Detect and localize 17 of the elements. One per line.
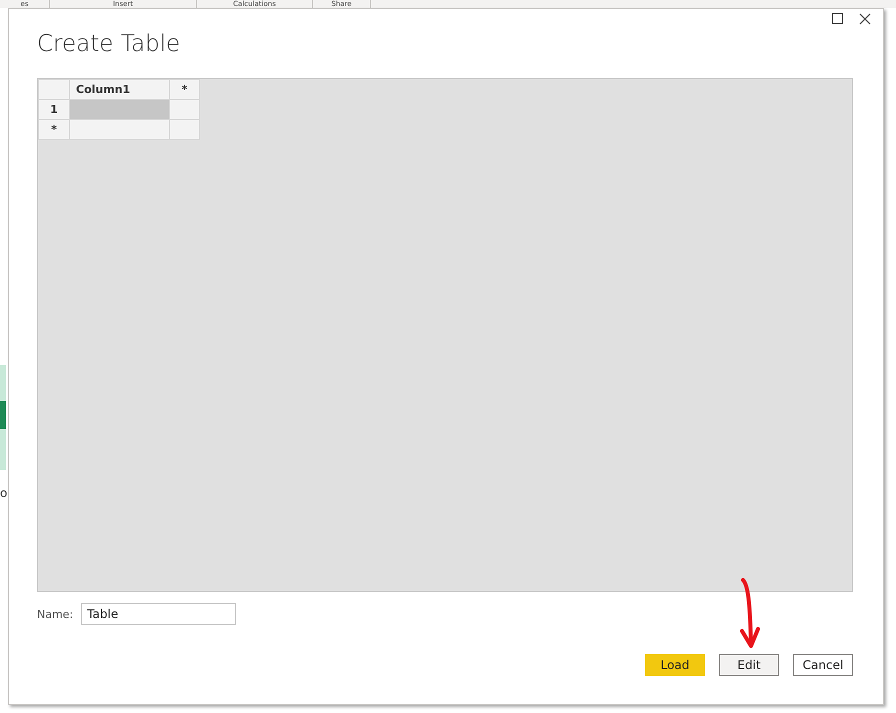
table-cell[interactable] [70,120,170,140]
name-field[interactable]: Table [81,603,236,625]
column-header[interactable]: * [170,80,200,100]
row-header[interactable]: * [38,120,70,140]
dialog-title: Create Table [37,30,180,59]
table-cell[interactable] [170,100,200,120]
table-cell[interactable] [70,100,170,120]
close-icon[interactable] [859,13,871,25]
load-button[interactable]: Load [645,654,705,676]
cancel-button[interactable]: Cancel [793,654,853,676]
name-label: Name: [37,608,74,620]
row-header[interactable]: 1 [38,100,70,120]
column-header[interactable]: Column1 [70,80,170,100]
table-cell[interactable] [170,120,200,140]
maximize-icon[interactable] [832,13,843,24]
edit-button[interactable]: Edit [719,654,779,676]
app-label: o [0,486,8,500]
